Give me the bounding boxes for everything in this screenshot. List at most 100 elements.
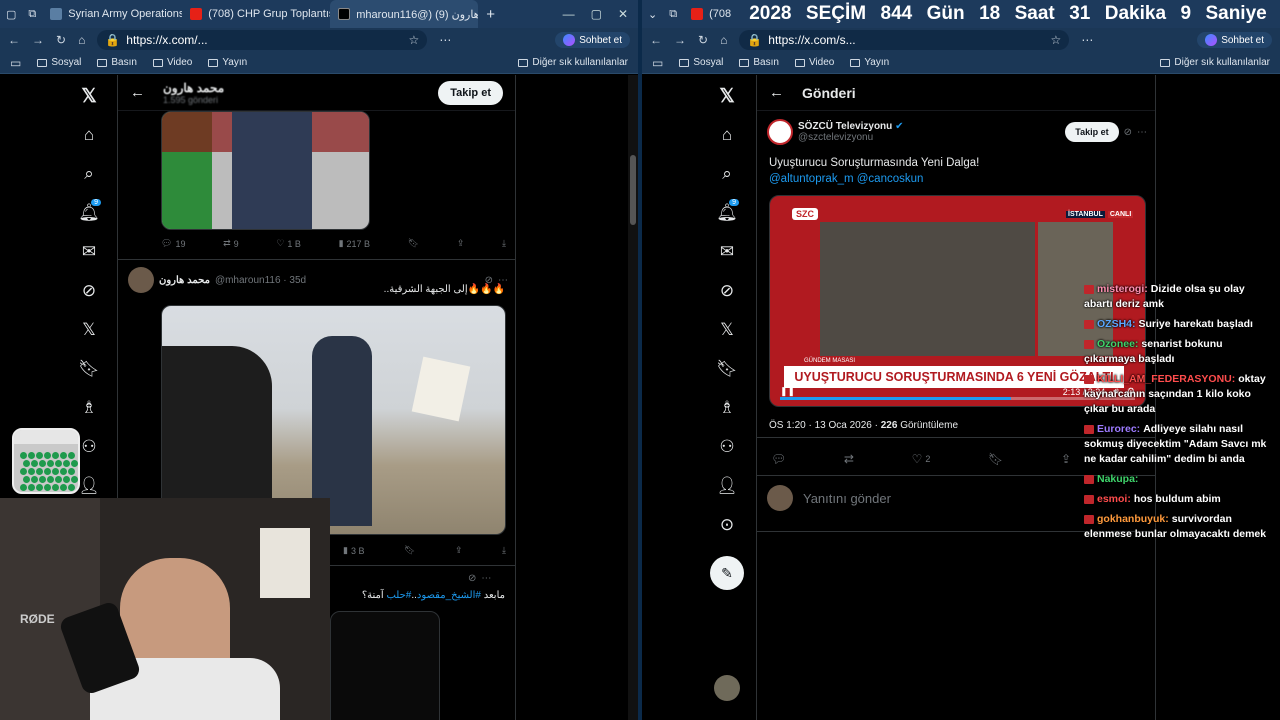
compose-post-button[interactable]: ✎ xyxy=(710,556,744,590)
home-nav-icon[interactable]: ⌂ xyxy=(75,121,103,149)
explore-icon[interactable]: ⌕ xyxy=(713,160,741,188)
grok-icon[interactable]: ⊘ xyxy=(713,277,741,305)
premium-x-icon[interactable]: 𝕏 xyxy=(75,316,103,344)
chat-username[interactable]: gokhanbuyuk: xyxy=(1097,513,1169,525)
tab-mharoun[interactable]: mharoun116@) محمد هارون (9)✕ xyxy=(330,0,479,28)
tab-youtube[interactable]: (708 xyxy=(683,0,739,28)
retweet-button[interactable]: ⇄ xyxy=(844,452,854,466)
jobs-icon[interactable]: ♗ xyxy=(75,394,103,422)
back-arrow-icon[interactable]: ← xyxy=(769,84,784,101)
pause-icon[interactable]: ❚❚ xyxy=(780,386,795,397)
home-icon[interactable]: ⌂ xyxy=(720,33,727,47)
retweet-button[interactable]: ⇄ 9 xyxy=(223,238,239,249)
bookmark-sosyal[interactable]: Sosyal xyxy=(37,57,81,68)
author-name[interactable]: SÖZCÜ Televizyonu xyxy=(798,121,892,132)
forward-icon[interactable]: → xyxy=(32,33,44,47)
share-icon[interactable]: ⇪ xyxy=(457,238,465,249)
tab-syrian-army[interactable]: Syrian Army Operations Comm✕ xyxy=(42,0,182,28)
chat-username[interactable]: Nakupa: xyxy=(1097,473,1138,485)
workspaces-icon[interactable]: ⧉ xyxy=(663,0,683,28)
views-button[interactable]: ▮ 217 B xyxy=(339,238,370,249)
explore-icon[interactable]: ⌕ xyxy=(75,160,103,188)
avatar[interactable] xyxy=(767,119,793,145)
more-icon[interactable]: ⋯ xyxy=(481,573,491,584)
bookmarks-nav-icon[interactable]: 🔖︎ xyxy=(75,355,103,383)
hashtag-link[interactable]: #الشيخ_مقصود xyxy=(417,590,481,601)
x-logo-icon[interactable]: 𝕏 xyxy=(713,82,741,110)
share-icon[interactable]: ⇪ xyxy=(455,545,463,556)
notifications-icon[interactable]: 🔔︎ 9 xyxy=(75,199,103,227)
chat-username[interactable]: esmoi: xyxy=(1097,493,1131,505)
extensions-icon[interactable]: ⋯ xyxy=(439,33,451,47)
extensions-icon[interactable]: ⋯ xyxy=(1081,33,1093,47)
more-icon[interactable]: ⋯ xyxy=(1137,127,1147,138)
messages-icon[interactable]: ✉ xyxy=(75,238,103,266)
x-logo-icon[interactable]: 𝕏 xyxy=(75,82,103,110)
notifications-icon[interactable]: 🔔︎ 9 xyxy=(713,199,741,227)
like-button[interactable]: ♡ 2 xyxy=(912,452,931,466)
copilot-chat-button[interactable]: Sohbet et xyxy=(555,32,630,48)
back-icon[interactable]: ← xyxy=(8,33,20,47)
chat-username[interactable]: OZSH4: xyxy=(1097,318,1136,330)
bookmark-other[interactable]: Diğer sık kullanılanlar xyxy=(518,57,638,68)
back-icon[interactable]: ← xyxy=(650,33,662,47)
more-circle-icon[interactable]: ⊙ xyxy=(713,511,741,539)
reply-button[interactable]: 💬︎ 19 xyxy=(161,238,185,249)
minimize-icon[interactable]: — xyxy=(563,7,575,21)
tab-chp-grup[interactable]: (708) CHP Grup Toplantısı / TB✕ xyxy=(182,0,330,28)
maximize-icon[interactable]: ▢ xyxy=(591,7,602,21)
grok-icon[interactable]: ⊘ xyxy=(75,277,103,305)
url-field[interactable]: 🔒 https://x.com/... ☆ xyxy=(97,30,428,50)
bookmark-sosyal[interactable]: Sosyal xyxy=(679,57,723,68)
grok-small-icon[interactable]: ⊘ xyxy=(1124,127,1132,138)
profile-icon[interactable]: 👤︎ xyxy=(713,472,741,500)
views-button[interactable]: ▮ 3 B xyxy=(343,545,364,556)
reply-button[interactable]: 💬︎ xyxy=(771,452,786,466)
bookmark-icon[interactable]: 🔖︎ xyxy=(404,545,415,556)
communities-icon[interactable]: ⚇ xyxy=(713,433,741,461)
grok-small-icon[interactable]: ⊘ xyxy=(468,573,476,584)
close-window-icon[interactable]: ✕ xyxy=(618,7,628,21)
workspaces-icon[interactable]: ⧉ xyxy=(22,0,42,28)
chat-username[interactable]: KILLI_AM_FEDERASYONU: xyxy=(1097,373,1235,385)
post-image-1[interactable] xyxy=(161,111,370,230)
bookmark-other[interactable]: Diğer sık kullanılanlar xyxy=(1160,57,1280,68)
refresh-icon[interactable]: ↻ xyxy=(56,33,66,47)
like-button[interactable]: ♡ 1 B xyxy=(276,238,301,249)
sidebar-icon[interactable]: ▭ xyxy=(652,56,663,70)
refresh-icon[interactable]: ↻ xyxy=(698,33,708,47)
follow-button[interactable]: Takip et xyxy=(1065,122,1119,142)
tab-menu-icon[interactable]: ⌄ xyxy=(642,0,663,28)
bookmark-video[interactable]: Video xyxy=(794,57,834,68)
bookmark-yayin[interactable]: Yayın xyxy=(850,57,889,68)
post-time[interactable]: ÖS 1:20 · 13 Oca 2026 · xyxy=(769,420,881,431)
share-icon[interactable]: ⇪ xyxy=(1061,452,1071,466)
scrollbar[interactable] xyxy=(628,75,638,720)
account-avatar[interactable] xyxy=(714,675,740,701)
author-handle[interactable]: @mharoun116 · 35d xyxy=(215,275,306,286)
download-icon[interactable]: ⤓ xyxy=(502,238,506,249)
bookmark-icon[interactable]: 🔖︎ xyxy=(988,452,1003,466)
jobs-icon[interactable]: ♗ xyxy=(713,394,741,422)
follow-button[interactable]: Takip et xyxy=(438,80,503,105)
bookmark-yayin[interactable]: Yayın xyxy=(208,57,247,68)
reply-input[interactable]: Yanıtını gönder xyxy=(803,491,891,506)
star-icon[interactable]: ☆ xyxy=(409,33,420,47)
messages-icon[interactable]: ✉ xyxy=(713,238,741,266)
star-icon[interactable]: ☆ xyxy=(1051,33,1062,47)
hashtag-link[interactable]: #حلب xyxy=(386,590,411,601)
post-image-3[interactable] xyxy=(330,611,440,720)
tab-actions-icon[interactable]: ▢ xyxy=(0,0,22,28)
bookmark-icon[interactable]: 🔖︎ xyxy=(408,238,419,249)
author-handle[interactable]: @szctelevizyonu xyxy=(798,132,903,143)
bookmark-basin[interactable]: Basın xyxy=(739,57,779,68)
scroll-thumb[interactable] xyxy=(630,155,636,225)
sidebar-icon[interactable]: ▭ xyxy=(10,56,21,70)
chat-username[interactable]: misterogi: xyxy=(1097,283,1148,295)
url-field[interactable]: 🔒 https://x.com/s... ☆ xyxy=(739,30,1070,50)
back-arrow-icon[interactable]: ← xyxy=(130,84,145,101)
bookmark-video[interactable]: Video xyxy=(152,57,192,68)
home-nav-icon[interactable]: ⌂ xyxy=(713,121,741,149)
home-icon[interactable]: ⌂ xyxy=(78,33,85,47)
copilot-chat-button[interactable]: Sohbet et xyxy=(1197,32,1272,48)
